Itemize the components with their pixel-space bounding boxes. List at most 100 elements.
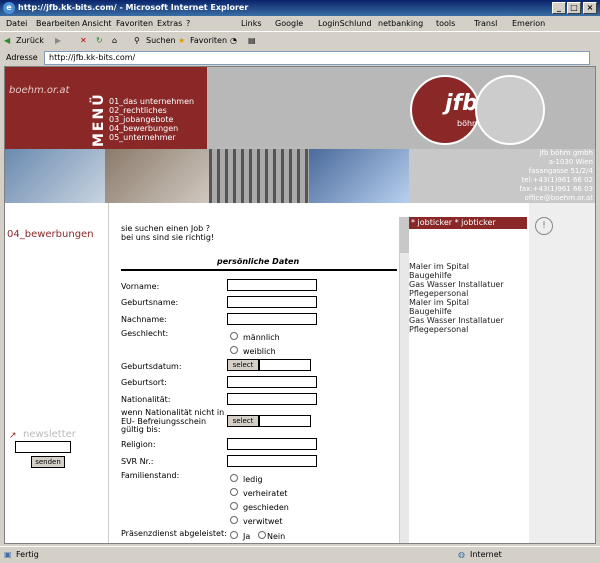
contact-email[interactable]: office@boehm.or.at <box>409 194 594 203</box>
job-item[interactable]: Gas Wasser Installatuer <box>409 280 504 289</box>
label-maennlich: männlich <box>243 333 280 342</box>
radio-maennlich[interactable] <box>230 332 238 340</box>
radio-verwitwet[interactable] <box>230 516 238 524</box>
label-geburtsdatum: Geburtsdatum: <box>121 362 182 371</box>
label-vorname: Vorname: <box>121 282 160 291</box>
menu-bearbeiten[interactable]: Bearbeiten <box>36 16 80 32</box>
job-item[interactable]: Maler im Spital <box>409 262 469 271</box>
input-befreiungsschein[interactable] <box>259 415 311 427</box>
input-geburtsdatum[interactable] <box>259 359 311 371</box>
label-svr: SVR Nr.: <box>121 457 154 466</box>
job-item[interactable]: Baugehilfe <box>409 307 452 316</box>
page-icon: ▣ <box>4 550 12 559</box>
contact-fax: fax:+43(1)961 66 03 <box>519 185 593 193</box>
favorites-star-icon[interactable]: ★ <box>178 33 185 49</box>
internet-zone-icon: ◍ <box>458 550 465 559</box>
job-item[interactable]: Baugehilfe <box>409 271 452 280</box>
status-bar: ▣ Fertig ◍ Internet <box>0 546 600 562</box>
search-button[interactable]: Suchen <box>146 33 176 49</box>
contact-block: jfb böhm gmbh a-1030 Wien fasangasse 51/… <box>409 149 595 203</box>
back-button[interactable]: Zurück <box>16 33 44 49</box>
link-transl[interactable]: Transl <box>474 16 497 32</box>
contact-city: a-1030 Wien <box>548 158 593 166</box>
input-nationalitaet[interactable] <box>227 393 317 405</box>
photo-hands <box>5 149 105 203</box>
link-tools[interactable]: tools <box>436 16 455 32</box>
job-item[interactable]: Pflegepersonal <box>409 289 468 298</box>
label-nein: Nein <box>267 532 286 541</box>
back-arrow-icon[interactable]: ◀ <box>4 33 10 49</box>
radio-verheiratet[interactable] <box>230 488 238 496</box>
menu-datei[interactable]: Datei <box>6 16 27 32</box>
refresh-icon[interactable]: ↻ <box>96 33 103 49</box>
job-item[interactable]: Maler im Spital <box>409 298 469 307</box>
close-button[interactable]: × <box>583 2 597 14</box>
jobticker-scrollbar[interactable] <box>399 217 409 543</box>
newsletter-send-button[interactable]: senden <box>31 456 65 468</box>
label-weiblich: weiblich <box>243 347 276 356</box>
address-input[interactable]: http://jfb.kk-bits.com/ <box>44 51 590 65</box>
toolbar: ◀ Zurück ▶ ✕ ↻ ⌂ ⚲ Suchen ★ Favoriten ◔ … <box>0 33 600 49</box>
right-margin-panel: ! <box>529 203 595 543</box>
job-item[interactable]: Pflegepersonal <box>409 325 468 334</box>
input-geburtsort[interactable] <box>227 376 317 388</box>
radio-geschieden[interactable] <box>230 502 238 510</box>
select-geburtsdatum-button[interactable]: select <box>227 359 259 371</box>
job-item[interactable]: Gas Wasser Installatuer <box>409 316 504 325</box>
menu-help[interactable]: ? <box>186 16 190 32</box>
link-google[interactable]: Google <box>275 16 303 32</box>
radio-ja[interactable] <box>230 531 238 539</box>
form-title-divider <box>121 269 397 271</box>
header-menu-panel: boehm.or.at MENÜ 01_das unternehmen 02_r… <box>5 67 207 149</box>
label-verwitwet: verwitwet <box>243 517 283 526</box>
menu-extras[interactable]: Extras <box>157 16 182 32</box>
label-verheiratet: verheiratet <box>243 489 288 498</box>
scrollbar-thumb[interactable] <box>400 217 409 253</box>
menu-ansicht[interactable]: Ansicht <box>82 16 112 32</box>
link-loginschlund[interactable]: LoginSchlund <box>318 16 372 32</box>
nav-list: 01_das unternehmen 02_rechtliches 03_job… <box>109 97 194 142</box>
label-eu-line-1: wenn Nationalität nicht in <box>121 408 225 417</box>
menu-favoriten[interactable]: Favoriten <box>116 16 153 32</box>
photo-welding <box>309 149 409 203</box>
link-netbanking[interactable]: netbanking <box>378 16 423 32</box>
intro-line-1: sie suchen einen Job ? <box>121 224 210 233</box>
stop-icon[interactable]: ✕ <box>80 33 87 49</box>
newsletter-email-input[interactable] <box>15 441 71 453</box>
nav-item-unternehmer[interactable]: 05_unternehmer <box>109 133 194 142</box>
home-icon[interactable]: ⌂ <box>112 33 117 49</box>
window-title-bar: e http://jfb.kk-bits.com/ - Microsoft In… <box>0 0 600 16</box>
input-geburtsname[interactable] <box>227 296 317 308</box>
favorites-button[interactable]: Favoriten <box>190 33 227 49</box>
intro-line-2: bei uns sind sie richtig! <box>121 233 215 242</box>
newsletter-arrow-icon: ↗ <box>9 431 17 441</box>
link-emerion[interactable]: Emerion <box>512 16 545 32</box>
maximize-button[interactable]: □ <box>567 2 581 14</box>
history-icon[interactable]: ◔ <box>230 33 237 49</box>
radio-weiblich[interactable] <box>230 346 238 354</box>
logo-text: jfb <box>445 91 478 116</box>
menu-word: MENÜ <box>91 92 107 147</box>
forward-arrow-icon[interactable]: ▶ <box>55 33 61 49</box>
nav-item-jobangebote[interactable]: 03_jobangebote <box>109 115 194 124</box>
label-geschlecht: Geschlecht: <box>121 329 169 338</box>
logo-subtext: böhm <box>457 119 480 128</box>
minimize-button[interactable]: _ <box>552 2 566 14</box>
contact-street: fasangasse 51/2/4 <box>528 167 593 175</box>
input-vorname[interactable] <box>227 279 317 291</box>
radio-ledig[interactable] <box>230 474 238 482</box>
print-icon[interactable]: ▤ <box>248 33 256 49</box>
nav-item-bewerbungen[interactable]: 04_bewerbungen <box>109 124 194 133</box>
status-zone: Internet <box>470 550 502 559</box>
select-befreiungsschein-button[interactable]: select <box>227 415 259 427</box>
photo-scaffold <box>209 149 309 203</box>
nav-item-unternehmen[interactable]: 01_das unternehmen <box>109 97 194 106</box>
nav-item-rechtliches[interactable]: 02_rechtliches <box>109 106 194 115</box>
label-religion: Religion: <box>121 440 156 449</box>
radio-nein[interactable] <box>258 531 266 539</box>
input-religion[interactable] <box>227 438 317 450</box>
input-svr[interactable] <box>227 455 317 467</box>
search-icon[interactable]: ⚲ <box>134 33 140 49</box>
left-column: 04_bewerbungen ↗ newsletter senden <box>5 203 109 543</box>
input-nachname[interactable] <box>227 313 317 325</box>
